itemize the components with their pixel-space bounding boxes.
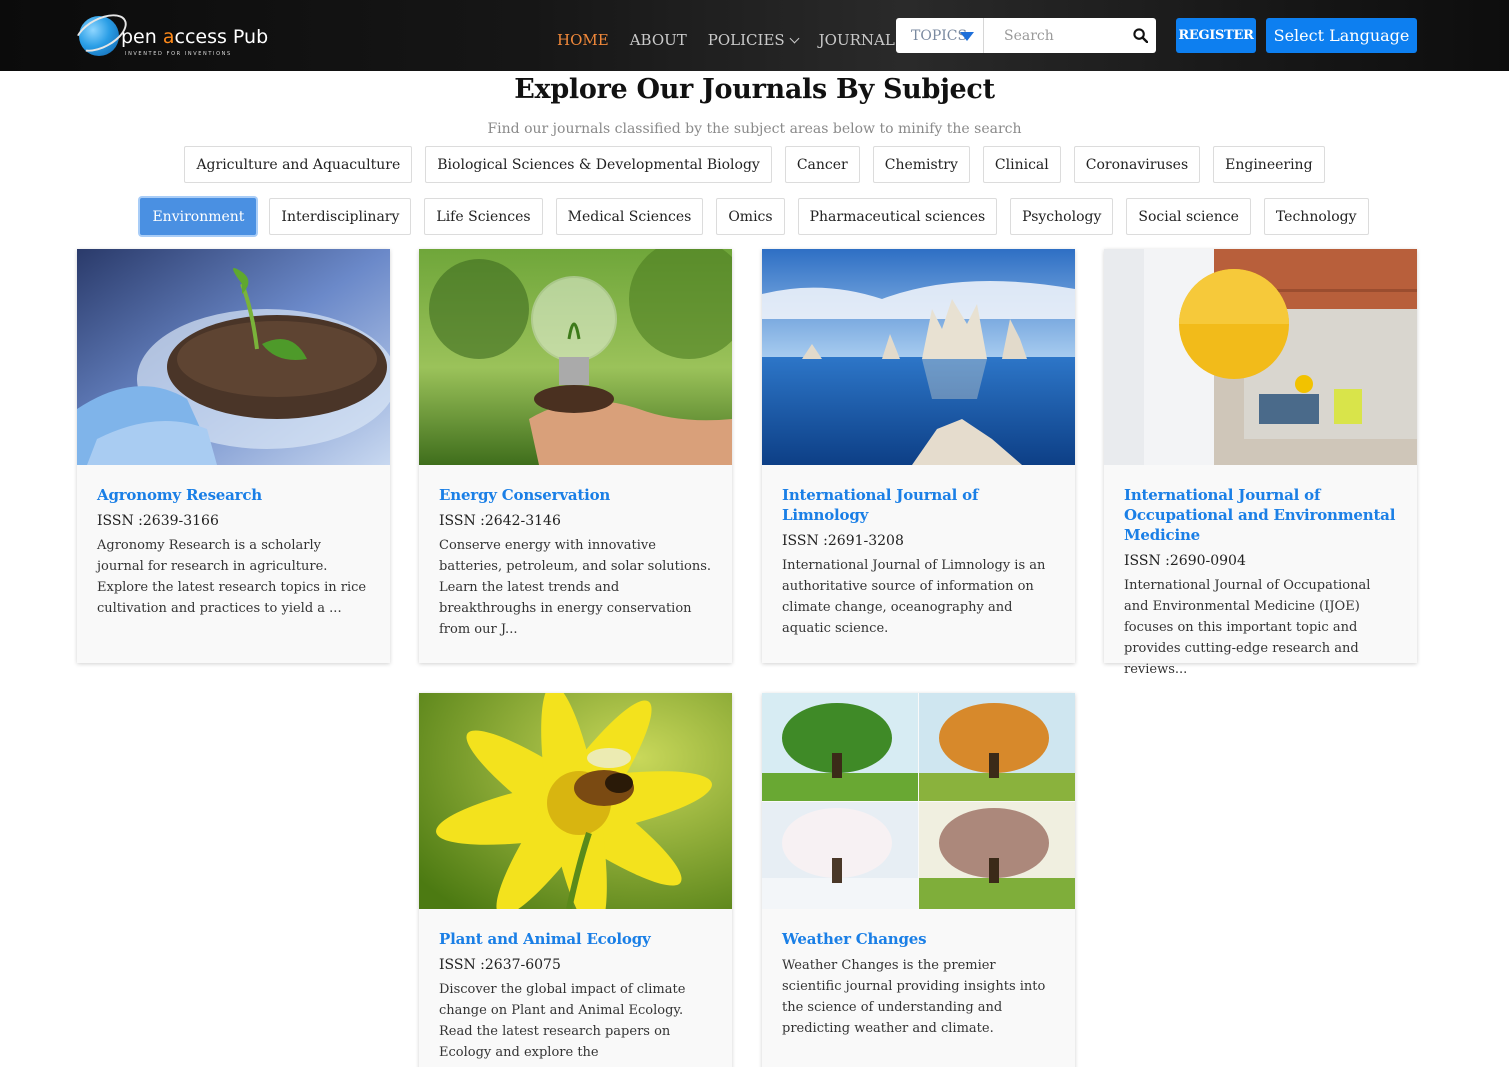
search-input[interactable] [1004,19,1134,52]
subject-filter-row-1: Agriculture and Aquaculture Biological S… [0,146,1509,183]
logo-tagline: INVENTED FOR INVENTIONS [125,51,232,57]
journal-description: Discover the global impact of climate ch… [439,979,712,1067]
subject-chip[interactable]: Clinical [983,146,1061,183]
journal-card: Plant and Animal Ecology ISSN :2637-6075… [419,693,732,1067]
journal-image[interactable] [77,249,390,465]
nav-home[interactable]: HOME [557,31,609,49]
subject-chip[interactable]: Technology [1264,198,1369,235]
chevron-down-icon [789,33,799,43]
search-bar: TOPICS [896,18,1156,53]
journal-description: Agronomy Research is a scholarly journal… [97,535,370,619]
subject-chip[interactable]: Life Sciences [424,198,542,235]
journal-card: International Journal of Occupational an… [1104,249,1417,663]
subject-chip[interactable]: Engineering [1213,146,1324,183]
nav-about[interactable]: ABOUT [630,31,687,49]
subject-chip[interactable]: Psychology [1010,198,1113,235]
journal-title[interactable]: Weather Changes [782,929,1055,949]
page-subtitle: Find our journals classified by the subj… [0,121,1509,137]
journal-card: Energy Conservation ISSN :2642-3146 Cons… [419,249,732,663]
logo-text: pen access Pub [121,26,268,48]
journal-image[interactable] [762,249,1075,465]
site-header: pen access Pub INVENTED FOR INVENTIONS H… [0,0,1509,71]
nav-policies[interactable]: POLICIES [708,31,798,49]
page-title: Explore Our Journals By Subject [0,74,1509,105]
journal-card: International Journal of Limnology ISSN … [762,249,1075,663]
site-logo[interactable]: pen access Pub INVENTED FOR INVENTIONS [77,12,247,58]
subject-chip[interactable]: Medical Sciences [556,198,704,235]
journal-card: Weather Changes Weather Changes is the p… [762,693,1075,1067]
subject-chip[interactable]: Omics [716,198,784,235]
journal-description: Conserve energy with innovative batterie… [439,535,712,640]
subject-chip[interactable]: Chemistry [873,146,970,183]
journal-title[interactable]: International Journal of Occupational an… [1124,485,1397,545]
subject-chip[interactable]: Pharmaceutical sciences [798,198,998,235]
journal-image[interactable] [419,693,732,909]
subject-chip-active[interactable]: Environment [140,198,256,235]
journal-image[interactable] [762,693,1075,909]
subject-chip[interactable]: Social science [1126,198,1251,235]
journal-description: International Journal of Limnology is an… [782,555,1055,639]
subject-chip[interactable]: Coronaviruses [1074,146,1200,183]
select-language-button[interactable]: Select Language [1266,18,1417,53]
journal-description: Weather Changes is the premier scientifi… [782,955,1055,1039]
journal-title[interactable]: Plant and Animal Ecology [439,929,712,949]
caret-down-icon [960,32,974,41]
journal-description: International Journal of Occupational an… [1124,575,1397,680]
journal-title[interactable]: Energy Conservation [439,485,712,505]
journal-title[interactable]: International Journal of Limnology [782,485,1055,525]
journal-card: Agronomy Research ISSN :2639-3166 Agrono… [77,249,390,663]
journal-issn: ISSN :2690-0904 [1124,553,1397,569]
main-nav: HOME ABOUT POLICIES JOURNALS [557,31,939,49]
journal-issn: ISSN :2642-3146 [439,513,712,529]
subject-chip[interactable]: Cancer [785,146,860,183]
topics-dropdown[interactable]: TOPICS [896,18,984,53]
subject-filter-row-2: Environment Interdisciplinary Life Scien… [0,198,1509,235]
register-button[interactable]: REGISTER [1176,18,1256,53]
journal-issn: ISSN :2637-6075 [439,957,712,973]
search-icon[interactable] [1133,28,1148,43]
subject-chip[interactable]: Interdisciplinary [269,198,411,235]
subject-chip[interactable]: Biological Sciences & Developmental Biol… [425,146,772,183]
journal-image[interactable] [1104,249,1417,465]
journal-issn: ISSN :2691-3208 [782,533,1055,549]
subject-chip[interactable]: Agriculture and Aquaculture [184,146,412,183]
journal-title[interactable]: Agronomy Research [97,485,370,505]
journal-issn: ISSN :2639-3166 [97,513,370,529]
journal-image[interactable] [419,249,732,465]
